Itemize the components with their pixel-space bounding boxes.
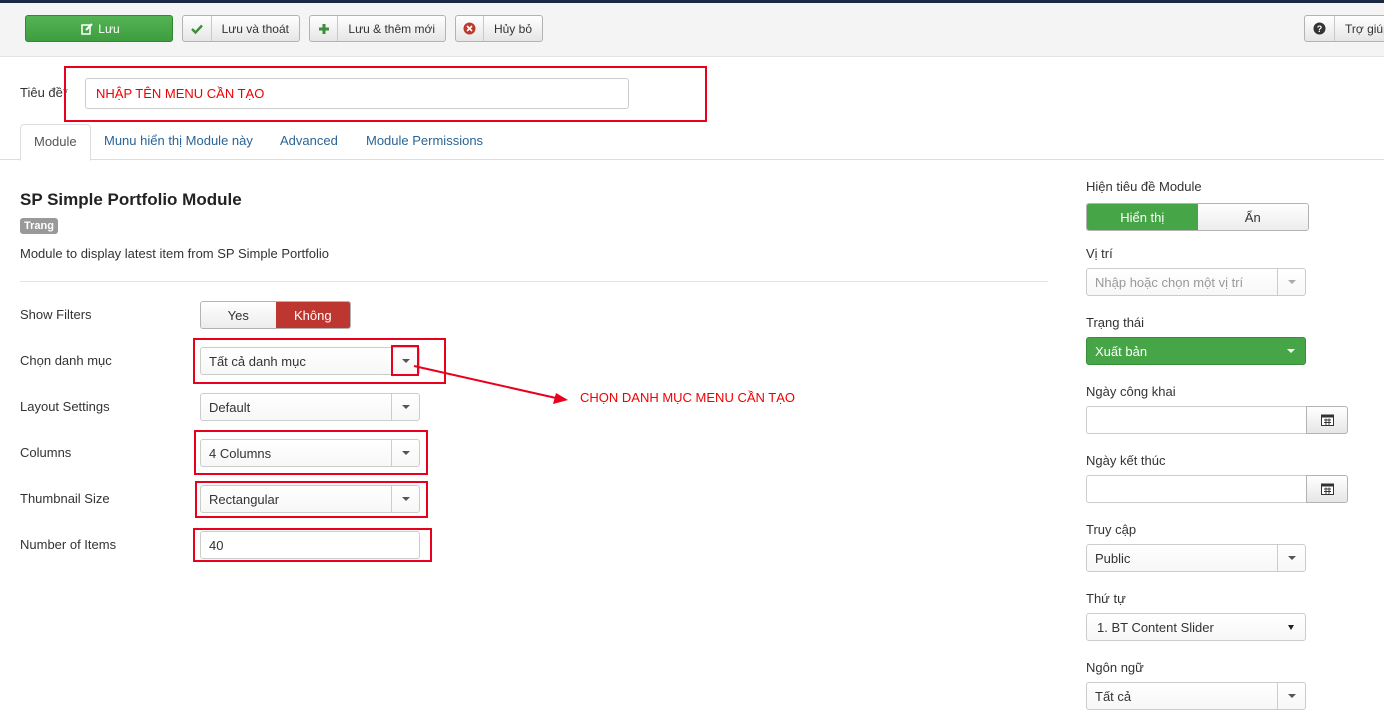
position-placeholder: Nhập hoặc chọn một vị trí (1095, 274, 1244, 290)
caret-down-icon[interactable] (1277, 545, 1305, 571)
annotation-text: CHỌN DANH MỤC MENU CẦN TẠO (580, 390, 795, 405)
publish-down-field (1086, 475, 1348, 503)
position-select[interactable]: Nhập hoặc chọn một vị trí (1086, 268, 1306, 296)
publish-down-label: Ngày kết thúc (1086, 453, 1166, 468)
caret-down-icon[interactable] (1277, 614, 1305, 640)
position-label: Vị trí (1086, 246, 1113, 261)
publish-up-label: Ngày công khai (1086, 384, 1176, 399)
access-value: Public (1095, 550, 1131, 566)
language-value: Tất cả (1095, 688, 1132, 704)
publish-up-input[interactable] (1086, 406, 1306, 434)
language-select[interactable]: Tất cả (1086, 682, 1306, 710)
status-label: Trạng thái (1086, 315, 1145, 330)
access-select[interactable]: Public (1086, 544, 1306, 572)
status-select[interactable]: Xuất bản (1086, 337, 1306, 365)
caret-down-icon[interactable] (1277, 269, 1305, 295)
language-label: Ngôn ngữ (1086, 660, 1144, 675)
ordering-select[interactable]: 1. BT Content Slider (1086, 613, 1306, 641)
calendar-icon[interactable] (1306, 406, 1348, 434)
show-title-label: Hiện tiêu đề Module (1086, 179, 1202, 194)
ordering-value: 1. BT Content Slider (1097, 619, 1214, 635)
access-label: Truy cập (1086, 522, 1137, 537)
show-title-hide[interactable]: Ẩn (1197, 204, 1308, 230)
show-title-toggle: Hiển thị Ẩn (1086, 203, 1309, 231)
ordering-label: Thứ tự (1086, 591, 1126, 606)
publish-down-input[interactable] (1086, 475, 1306, 503)
calendar-icon[interactable] (1306, 475, 1348, 503)
show-title-show[interactable]: Hiển thị (1087, 204, 1198, 230)
caret-down-icon[interactable] (1277, 683, 1305, 709)
status-value: Xuất bản (1095, 343, 1148, 359)
publish-up-field (1086, 406, 1348, 434)
caret-down-icon[interactable] (1277, 338, 1305, 364)
